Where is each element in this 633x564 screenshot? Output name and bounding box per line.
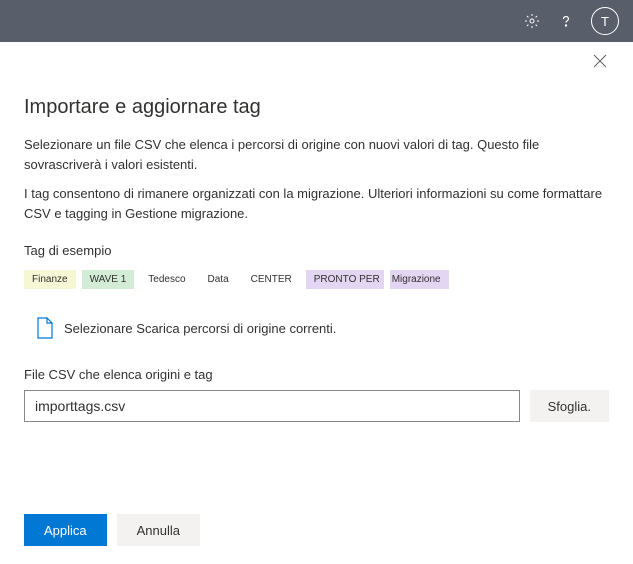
browse-button[interactable]: Sfoglia. [530, 390, 609, 422]
avatar[interactable]: T [591, 7, 619, 35]
csv-field-label: File CSV che elenca origini e tag [24, 367, 609, 382]
close-icon[interactable] [593, 54, 611, 72]
description-1: Selezionare un file CSV che elenca i per… [24, 135, 609, 174]
tag-tedesco: Tedesco [140, 270, 193, 289]
download-row: Selezionare Scarica percorsi di origine … [24, 317, 609, 339]
file-icon [36, 317, 54, 339]
download-link-text[interactable]: Selezionare Scarica percorsi di origine … [64, 321, 336, 336]
sample-tags-row: Finanze WAVE 1 Tedesco Data CENTER PRONT… [24, 270, 609, 289]
dialog-footer: Applica Annulla [0, 498, 633, 564]
tag-finance: Finanze [24, 270, 76, 289]
tag-data: Data [200, 270, 237, 289]
csv-input-row: Sfoglia. [24, 390, 609, 422]
tag-migrazione: Migrazione [390, 270, 449, 289]
settings-icon[interactable] [523, 12, 541, 30]
tag-pronto: PRONTO PER [306, 270, 384, 289]
help-icon[interactable] [557, 12, 575, 30]
description-2: I tag consentono di rimanere organizzati… [24, 184, 609, 223]
cancel-button[interactable]: Annulla [117, 514, 200, 546]
sample-tags-label: Tag di esempio [24, 243, 609, 258]
dialog-panel: Importare e aggiornare tag Selezionare u… [0, 42, 633, 422]
header-bar: T [0, 0, 633, 42]
tag-wave: WAVE 1 [82, 270, 135, 289]
csv-file-input[interactable] [24, 390, 520, 422]
page-title: Importare e aggiornare tag [24, 96, 609, 119]
apply-button[interactable]: Applica [24, 514, 107, 546]
tag-center: CENTER [243, 270, 300, 289]
avatar-initial: T [601, 14, 609, 29]
